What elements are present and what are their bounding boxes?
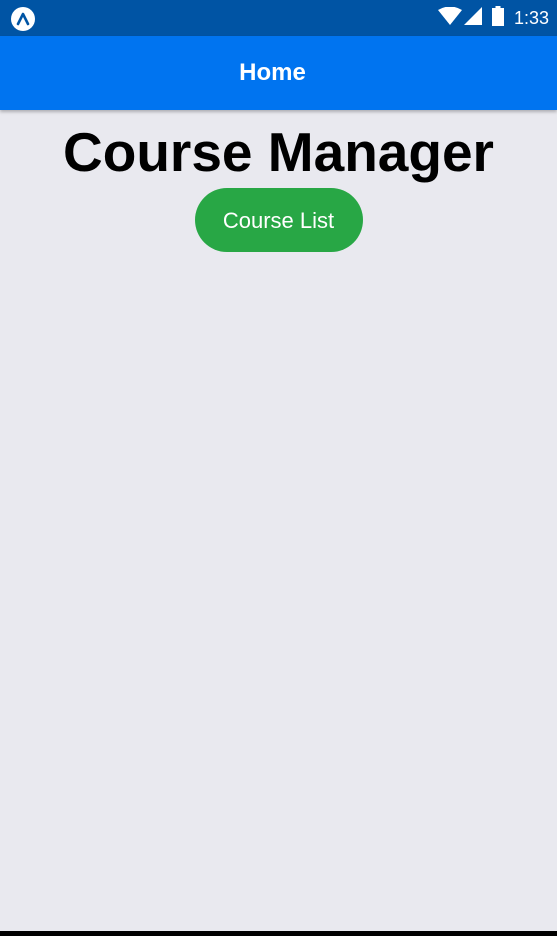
bottom-edge xyxy=(0,931,557,936)
page-title: Course Manager xyxy=(63,121,494,183)
status-time: 1:33 xyxy=(513,8,549,28)
status-bar: 1:33 xyxy=(0,0,557,36)
wifi-icon xyxy=(437,6,462,30)
app-header: Home xyxy=(0,36,557,110)
status-icons: 1:33 xyxy=(437,5,549,31)
main-content: Course Manager Course List xyxy=(0,110,557,252)
battery-icon xyxy=(491,5,504,31)
course-list-button[interactable]: Course List xyxy=(194,188,363,252)
app-logo-icon xyxy=(11,7,35,31)
header-title: Home xyxy=(239,59,306,86)
signal-icon xyxy=(463,6,482,30)
